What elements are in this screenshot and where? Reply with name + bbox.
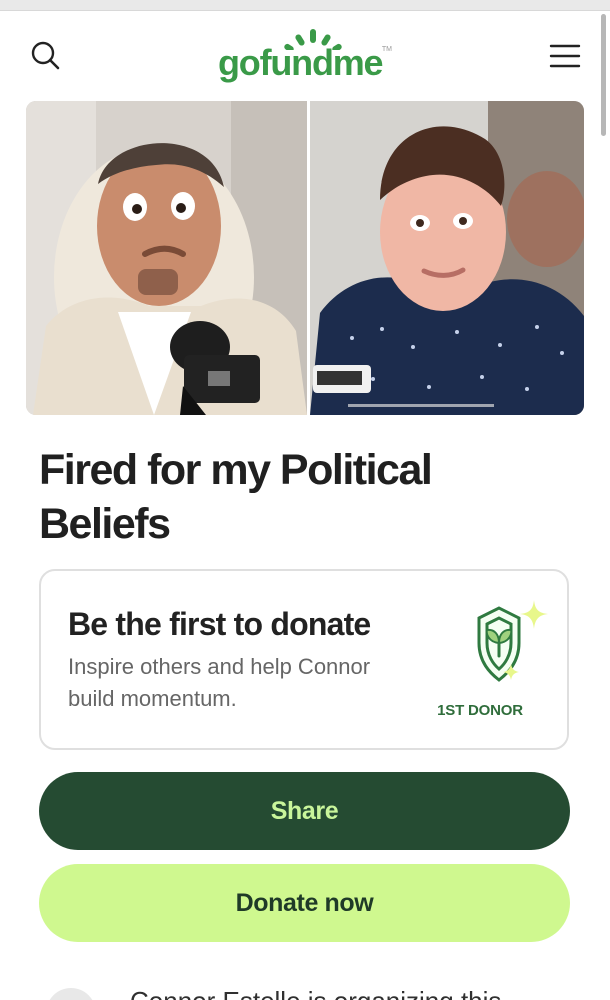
browser-top-bar — [0, 0, 610, 11]
organizer-text: Connor Estelle is organizing this — [130, 983, 501, 1000]
gofundme-mobile-page: gofundme TM Fired for my Political Belie… — [0, 0, 610, 1000]
hamburger-menu-icon — [549, 44, 581, 68]
organizer-avatar — [46, 988, 96, 1000]
first-donor-badge-label: 1ST DONOR — [437, 702, 523, 719]
left-photo-panel — [26, 101, 307, 415]
site-header: gofundme TM — [0, 18, 610, 90]
donate-now-button[interactable]: Donate now — [39, 864, 570, 942]
campaign-title: Fired for my Political Beliefs — [39, 446, 433, 548]
logo-wordmark: gofundme — [218, 42, 384, 83]
search-button[interactable] — [27, 38, 63, 74]
search-icon — [31, 41, 60, 70]
trademark-mark: TM — [381, 46, 392, 53]
left-person-illustration — [26, 101, 307, 415]
first-donor-card: Be the first to donate Inspire others an… — [39, 569, 569, 750]
first-donor-description: Inspire others and help Connor build mom… — [68, 654, 371, 711]
gofundme-logo[interactable]: gofundme TM — [218, 26, 394, 88]
right-photo-panel — [310, 101, 584, 415]
share-button[interactable]: Share — [39, 772, 570, 850]
menu-button[interactable] — [547, 38, 583, 74]
first-donor-shield-icon — [477, 600, 548, 682]
campaign-hero-image[interactable] — [26, 101, 584, 415]
right-person-illustration — [310, 101, 584, 415]
first-donor-heading: Be the first to donate — [68, 606, 371, 642]
organizer-row: Connor Estelle is organizing this — [40, 983, 580, 1000]
